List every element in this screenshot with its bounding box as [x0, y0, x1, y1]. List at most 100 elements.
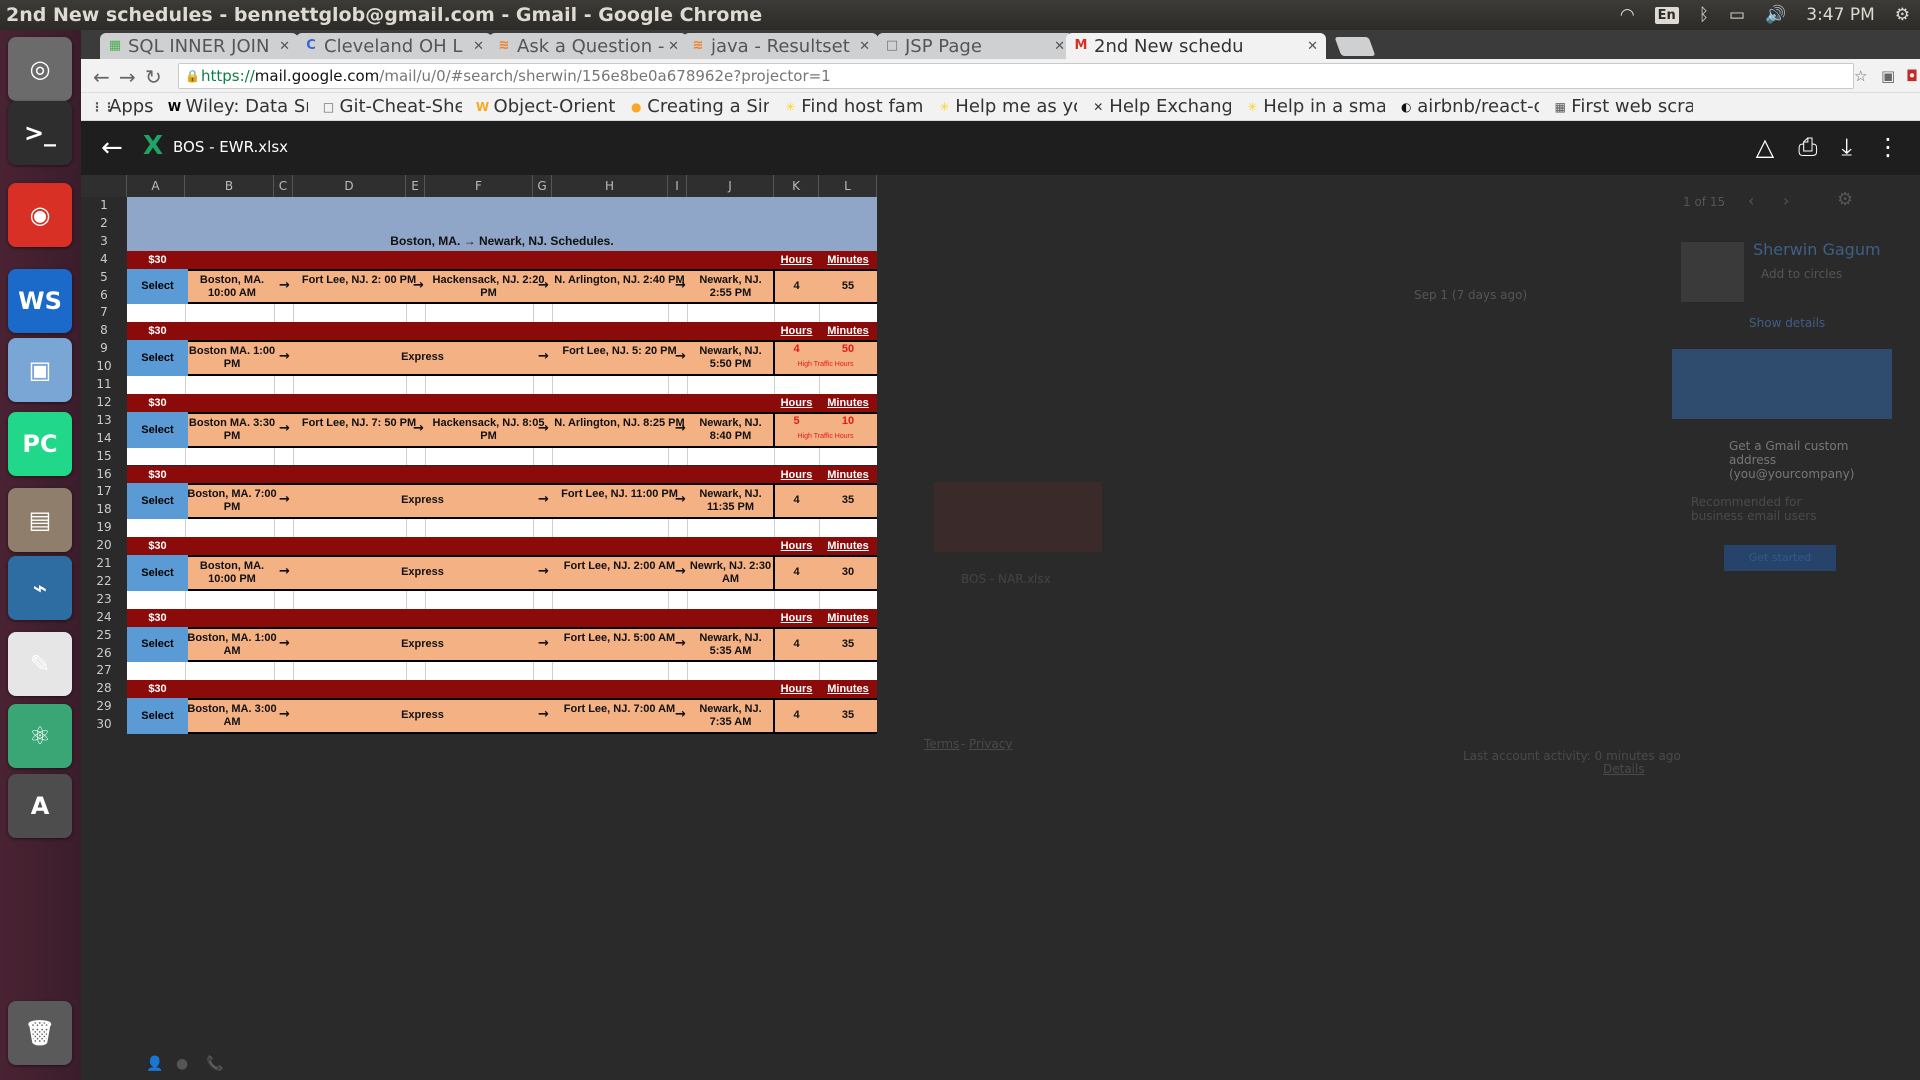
attachment-thumbnail-2[interactable] — [934, 482, 1102, 552]
column-header[interactable]: J — [687, 175, 774, 197]
contact-name[interactable]: Sherwin Gagum — [1753, 240, 1881, 259]
browser-tab[interactable]: □ JSP Page ✕ — [877, 33, 1073, 59]
virtualbox-icon[interactable]: ▣ — [8, 338, 72, 402]
row-header[interactable]: 23 — [81, 590, 127, 609]
row-header[interactable]: 17 — [81, 483, 127, 502]
reload-icon[interactable]: ↻ — [145, 65, 162, 89]
phone-icon[interactable]: 📞 — [206, 1056, 223, 1072]
text-editor-icon[interactable]: ✎ — [8, 632, 72, 696]
column-header[interactable]: E — [406, 175, 425, 197]
row-header[interactable]: 13 — [81, 411, 127, 430]
bookmark-item[interactable]: ✳ Help me as yo — [937, 96, 1077, 117]
terms-link[interactable]: Terms — [924, 737, 959, 751]
column-header[interactable]: K — [774, 175, 819, 197]
details-link[interactable]: Details — [1603, 762, 1645, 776]
bookmark-item[interactable]: ▦ First web scra — [1553, 96, 1694, 117]
column-header[interactable]: C — [274, 175, 293, 197]
select-button[interactable]: Select — [127, 698, 188, 734]
new-tab-button[interactable] — [1334, 37, 1376, 56]
bookmark-item[interactable]: □ Git-Cheat-She — [322, 96, 462, 117]
browser-tab[interactable]: ≋ Ask a Question - ✕ — [489, 33, 687, 59]
get-started-button[interactable]: Get started — [1724, 545, 1836, 571]
terminal-icon[interactable]: >_ — [8, 101, 72, 165]
row-header[interactable]: 29 — [81, 698, 127, 717]
row-header[interactable]: 15 — [81, 447, 127, 466]
row-header[interactable]: 5 — [81, 268, 127, 287]
bookmark-item[interactable]: W Wiley: Data Sn — [168, 96, 308, 117]
column-header[interactable]: L — [819, 175, 877, 197]
browser-tab[interactable]: ▦ SQL INNER JOIN ✕ — [100, 33, 298, 59]
row-header[interactable]: 30 — [81, 716, 127, 734]
row-header[interactable]: 20 — [81, 537, 127, 555]
row-header[interactable]: 1 — [81, 197, 127, 215]
bookmark-item[interactable]: W Object-Orient — [476, 96, 615, 117]
extension-shield-icon[interactable]: ◘ — [1906, 67, 1918, 85]
back-arrow-icon[interactable]: ← — [93, 65, 110, 89]
column-header[interactable]: I — [668, 175, 687, 197]
mysql-workbench-icon[interactable]: ⌁ — [8, 556, 72, 620]
bookmark-item[interactable]: ◐ airbnb/react-d — [1399, 96, 1539, 117]
row-header[interactable]: 18 — [81, 501, 127, 520]
column-header[interactable]: G — [533, 175, 552, 197]
select-button[interactable]: Select — [127, 483, 188, 520]
row-header[interactable]: 14 — [81, 429, 127, 448]
chrome-icon[interactable]: ◉ — [8, 183, 72, 247]
bookmark-item[interactable]: ● Creating a Sin — [629, 96, 769, 117]
add-to-circles[interactable]: Add to circles — [1761, 267, 1842, 281]
row-header[interactable]: 16 — [81, 465, 127, 484]
row-header[interactable]: 10 — [81, 358, 127, 376]
prev-icon[interactable]: ‹ — [1748, 191, 1754, 210]
row-header[interactable]: 26 — [81, 644, 127, 663]
row-header[interactable]: 9 — [81, 340, 127, 359]
column-header[interactable]: H — [552, 175, 668, 197]
pycharm-icon[interactable]: PC — [8, 412, 72, 476]
settings-gear-icon[interactable]: ⚙ — [1895, 5, 1910, 25]
back-arrow-icon[interactable]: ← — [101, 133, 123, 163]
row-header[interactable]: 12 — [81, 393, 127, 412]
bookmark-item[interactable]: ✳ Find host fam — [783, 96, 923, 117]
select-button[interactable]: Select — [127, 555, 188, 591]
row-header[interactable]: 21 — [81, 555, 127, 573]
ubuntu-dash-icon[interactable]: ◎ — [8, 37, 72, 101]
contacts-icon[interactable]: 👤 — [146, 1056, 163, 1072]
column-header[interactable]: F — [425, 175, 533, 197]
next-icon[interactable]: › — [1783, 191, 1789, 210]
row-header[interactable]: 6 — [81, 286, 127, 305]
browser-tab[interactable]: M 2nd New schedu ✕ — [1066, 33, 1326, 59]
row-header[interactable]: 22 — [81, 572, 127, 591]
wifi-icon[interactable]: ◠ — [1620, 5, 1635, 25]
select-button[interactable]: Select — [127, 268, 188, 305]
row-header[interactable]: 3 — [81, 232, 127, 251]
bookmark-item[interactable]: ✳ Help in a smal — [1245, 96, 1385, 117]
select-all-corner[interactable] — [81, 175, 127, 197]
row-header[interactable]: 19 — [81, 519, 127, 538]
trash-icon[interactable]: 🗑 — [8, 1001, 72, 1065]
row-header[interactable]: 4 — [81, 250, 127, 269]
row-header[interactable]: 25 — [81, 626, 127, 645]
bookmark-star-icon[interactable]: ☆ — [1854, 67, 1867, 85]
battery-icon[interactable]: ▭ — [1729, 5, 1745, 25]
column-header[interactable]: B — [185, 175, 274, 197]
language-indicator[interactable]: En — [1654, 6, 1679, 24]
select-button[interactable]: Select — [127, 626, 188, 663]
webstorm-icon[interactable]: WS — [8, 269, 72, 333]
clock[interactable]: 3:47 PM — [1806, 5, 1875, 25]
software-updater-icon[interactable]: A — [8, 774, 72, 838]
hangouts-icon[interactable]: ● — [176, 1056, 188, 1072]
browser-tab[interactable]: C Cleveland OH L ✕ — [296, 33, 492, 59]
column-header[interactable]: D — [293, 175, 406, 197]
print-icon[interactable]: ⎙ — [1798, 133, 1817, 161]
tab-close-icon[interactable]: ✕ — [1054, 39, 1065, 54]
row-header[interactable]: 27 — [81, 662, 127, 681]
file-manager-icon[interactable]: ▤ — [8, 488, 72, 552]
row-header[interactable]: 24 — [81, 608, 127, 627]
row-header[interactable]: 8 — [81, 322, 127, 341]
tab-close-icon[interactable]: ✕ — [668, 39, 679, 54]
show-details-link[interactable]: Show details — [1749, 316, 1825, 330]
column-header[interactable]: A — [127, 175, 185, 197]
tab-close-icon[interactable]: ✕ — [859, 39, 870, 54]
row-header[interactable]: 2 — [81, 214, 127, 233]
bookmark-item[interactable]: ⋮⋮ Apps — [91, 96, 154, 117]
drive-icon[interactable]: △ — [1756, 133, 1774, 161]
extension-icon[interactable]: ▣ — [1881, 67, 1895, 85]
